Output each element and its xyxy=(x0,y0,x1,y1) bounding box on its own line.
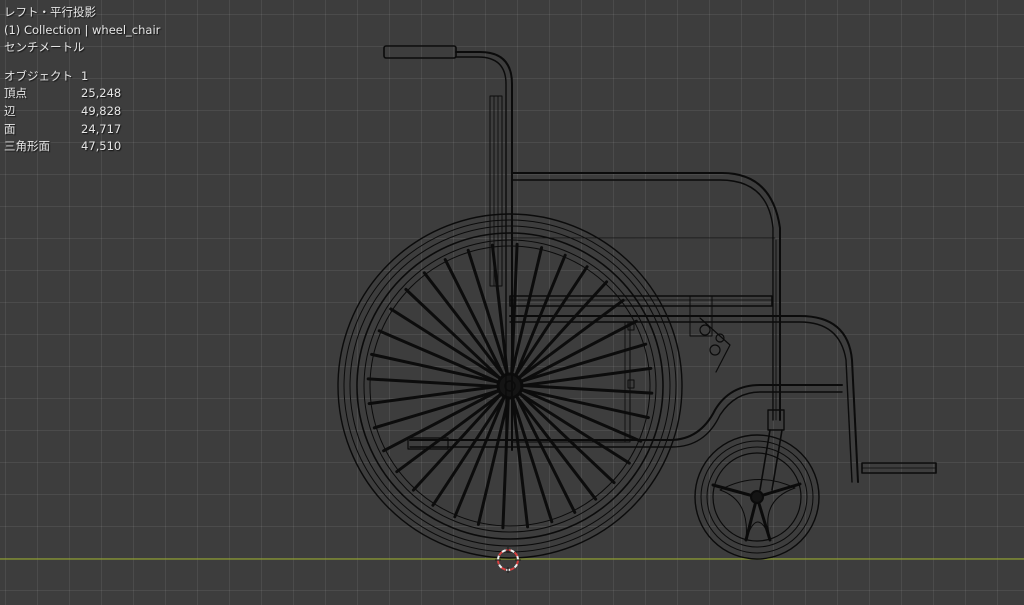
caster-wheel xyxy=(694,434,820,560)
stat-value: 1 xyxy=(81,68,89,83)
wheel-spoke xyxy=(514,265,589,377)
stat-label: 辺 xyxy=(4,103,16,118)
stat-value: 25,248 xyxy=(81,86,122,101)
stat-label: 面 xyxy=(4,121,16,136)
view-name: レフト・平行投影 xyxy=(4,5,96,19)
stat-label: オブジェクト xyxy=(4,68,73,83)
stat-row-faces: 面 24,717 xyxy=(4,121,160,139)
stat-label: 三角形面 xyxy=(4,139,50,154)
stat-row-objects: オブジェクト 1 xyxy=(4,68,160,86)
wheel-spoke xyxy=(431,395,506,507)
stat-value: 24,717 xyxy=(81,121,122,136)
wheel-spoke xyxy=(366,377,500,388)
viewport-text-overlay: レフト・平行投影 (1) Collection | wheel_chair セン… xyxy=(4,4,160,156)
scene-statistics: オブジェクト 1 頂点 25,248 辺 49,828 面 24,717 三角形面 47,… xyxy=(4,68,160,156)
wheel-spoke xyxy=(520,384,654,395)
stat-label: 頂点 xyxy=(4,86,27,101)
stat-value: 49,828 xyxy=(81,103,122,118)
3d-viewport[interactable]: レフト・平行投影 (1) Collection | wheel_chair セン… xyxy=(0,0,1024,605)
wheel-spoke xyxy=(411,392,503,492)
collection-object-label: (1) Collection | wheel_chair xyxy=(4,22,161,37)
stat-row-triangles: 三角形面 47,510 xyxy=(4,138,160,156)
unit-label: センチメートル xyxy=(4,40,85,55)
stat-row-edges: 辺 49,828 xyxy=(4,103,160,121)
wheel-spoke xyxy=(453,395,506,519)
frame xyxy=(383,45,937,491)
stat-value: 47,510 xyxy=(81,139,122,154)
3d-cursor-icon[interactable] xyxy=(495,547,521,573)
stat-row-vertices: 頂点 25,248 xyxy=(4,85,160,103)
